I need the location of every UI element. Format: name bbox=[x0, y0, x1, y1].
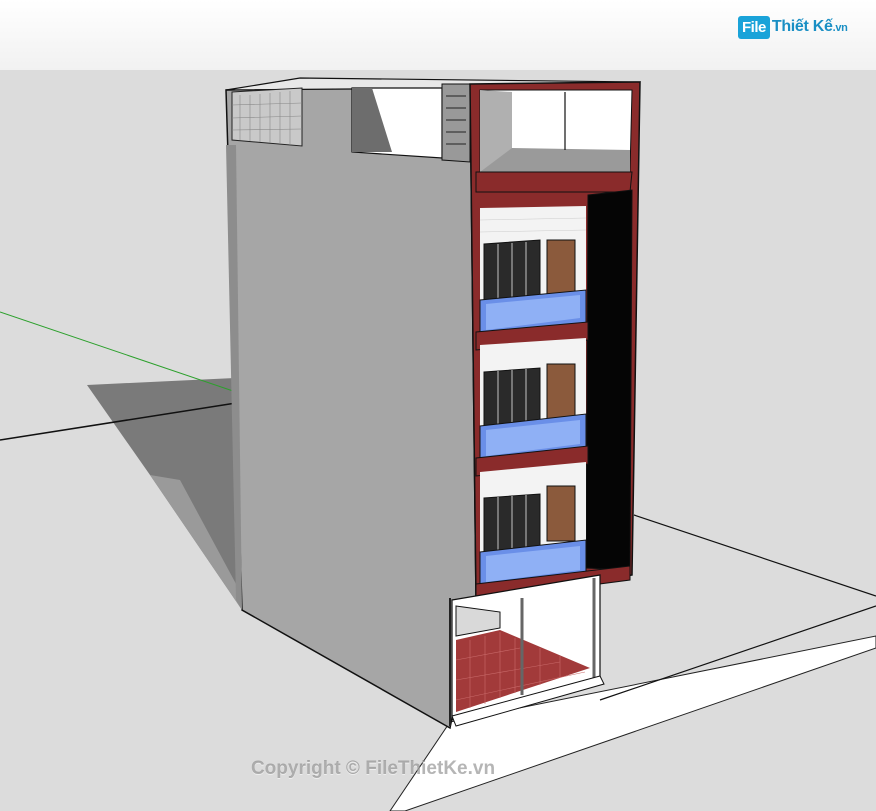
floor-3-door bbox=[546, 239, 576, 296]
green-axis-line bbox=[0, 311, 237, 393]
filethietke-logo: File Thiết Kế.vn bbox=[738, 12, 848, 42]
logo-main-text: Thiết Kế bbox=[771, 18, 833, 35]
terrace-slab bbox=[475, 171, 633, 193]
logo-text: Thiết Kế.vn bbox=[772, 18, 848, 36]
logo-file-badge: File bbox=[738, 15, 770, 39]
copyright-text: Copyright © FileThietKe.vn bbox=[250, 758, 496, 779]
street-edge bbox=[633, 514, 876, 597]
copyright-watermark: Copyright © FileThietKe.vn bbox=[0, 758, 876, 780]
building-model-viewport bbox=[0, 77, 876, 811]
floor-2-door bbox=[546, 363, 576, 420]
facade-screen bbox=[585, 189, 633, 571]
floor-1-door bbox=[546, 485, 576, 542]
floor-3 bbox=[475, 206, 589, 351]
logo-domain-text: .vn bbox=[832, 22, 848, 34]
floor-2 bbox=[475, 338, 589, 477]
side-wall bbox=[225, 83, 477, 730]
